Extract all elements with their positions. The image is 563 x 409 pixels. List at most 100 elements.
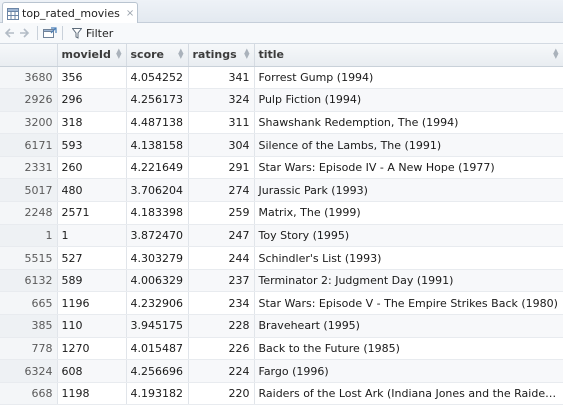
table-row[interactable]: 5017 480 3.706204 274 Jurassic Park (1993) xyxy=(0,178,563,203)
cell-title: Shawshank Redemption, The (1994) xyxy=(254,111,563,135)
header-row: movieId ▲ ▼ score ▲ ▼ ratings ▲ ▼ title ▲ ▼ xyxy=(0,44,563,67)
table-row[interactable]: 665 1196 4.232906 234 Star Wars: Episode V -… xyxy=(0,291,563,316)
cell-ratings: 237 xyxy=(188,269,255,293)
data-grid: movieId ▲ ▼ score ▲ ▼ ratings ▲ ▼ title ▲ ▼ 3680… xyxy=(0,44,563,409)
sort-icon[interactable]: ▲ ▼ xyxy=(116,48,121,60)
toolbar-divider xyxy=(62,26,63,40)
cell-movieid: 608 xyxy=(57,359,127,383)
row-number: 778 xyxy=(0,337,58,361)
row-number: 2248 xyxy=(0,201,58,225)
cell-score: 4.303279 xyxy=(126,246,189,270)
cell-ratings: 291 xyxy=(188,156,255,180)
table-row[interactable]: 2331 260 4.221649 291 Star Wars: Episode IV … xyxy=(0,156,563,180)
cell-ratings: 228 xyxy=(188,314,255,338)
cell-title: Schindler's List (1993) xyxy=(254,246,563,270)
table-row[interactable]: 6324 608 4.256696 224 Fargo (1996) xyxy=(0,359,563,383)
cell-score: 4.256696 xyxy=(126,359,189,383)
table-row[interactable]: 5515 527 4.303279 244 Schindler's List (1993… xyxy=(0,246,563,270)
table-row[interactable]: 385 110 3.945175 228 Braveheart (1995) xyxy=(0,314,563,338)
cell-movieid: 1198 xyxy=(57,382,127,406)
cell-movieid: 1196 xyxy=(57,291,127,316)
cell-movieid: 593 xyxy=(57,133,127,157)
cell-score: 4.256173 xyxy=(126,88,189,112)
sort-icon[interactable]: ▲ ▼ xyxy=(178,48,183,60)
cell-movieid: 1270 xyxy=(57,337,127,361)
row-number: 3200 xyxy=(0,111,58,135)
table-row[interactable]: 3200 318 4.487138 311 Shawshank Redemption, … xyxy=(0,111,563,135)
toolbar: Filter xyxy=(0,23,563,44)
cell-title: Fargo (1996) xyxy=(254,359,563,383)
table-row[interactable]: 668 1198 4.193182 220 Raiders of the Lost Ar… xyxy=(0,382,563,406)
cell-movieid: 260 xyxy=(57,156,127,180)
table-row[interactable]: 6132 589 4.006329 237 Terminator 2: Judgment… xyxy=(0,269,563,293)
popout-window-icon[interactable] xyxy=(43,24,57,42)
column-header-rownames[interactable] xyxy=(0,44,58,67)
cell-ratings: 220 xyxy=(188,382,255,406)
cell-title: Braveheart (1995) xyxy=(254,314,563,338)
tab-label: top_rated_movies xyxy=(22,7,120,20)
cell-title: Star Wars: Episode IV - A New Hope (1977… xyxy=(254,156,563,180)
cell-title: Silence of the Lambs, The (1991) xyxy=(254,133,563,157)
cell-score: 3.945175 xyxy=(126,314,189,338)
cell-ratings: 311 xyxy=(188,111,255,135)
cell-title: Terminator 2: Judgment Day (1991) xyxy=(254,269,563,293)
cell-movieid: 480 xyxy=(57,178,127,203)
table-icon xyxy=(7,7,19,20)
table-row[interactable]: 3680 356 4.054252 341 Forrest Gump (1994) xyxy=(0,66,563,90)
cell-ratings: 304 xyxy=(188,133,255,157)
sort-icon[interactable]: ▲ ▼ xyxy=(244,48,249,60)
column-header-title[interactable]: title ▲ ▼ xyxy=(254,44,563,67)
filter-button[interactable]: Filter xyxy=(68,24,117,42)
cell-ratings: 226 xyxy=(188,337,255,361)
cell-title: Pulp Fiction (1994) xyxy=(254,88,563,112)
cell-title: Matrix, The (1999) xyxy=(254,201,563,225)
table-row[interactable]: 2926 296 4.256173 324 Pulp Fiction (1994) xyxy=(0,88,563,112)
cell-score: 4.183398 xyxy=(126,201,189,225)
cell-movieid: 110 xyxy=(57,314,127,338)
cell-score: 4.193182 xyxy=(126,382,189,406)
table-row[interactable]: 1 1 3.872470 247 Toy Story (1995) xyxy=(0,224,563,248)
cell-score: 4.221649 xyxy=(126,156,189,180)
column-header-score[interactable]: score ▲ ▼ xyxy=(126,44,189,67)
row-number: 6132 xyxy=(0,269,58,293)
cell-title: Star Wars: Episode V - The Empire Strike… xyxy=(254,291,563,316)
cell-movieid: 527 xyxy=(57,246,127,270)
forward-arrow-icon[interactable] xyxy=(18,24,32,42)
column-header-ratings[interactable]: ratings ▲ ▼ xyxy=(188,44,255,67)
cell-ratings: 234 xyxy=(188,291,255,316)
column-header-movieid[interactable]: movieId ▲ ▼ xyxy=(57,44,127,67)
cell-title: Forrest Gump (1994) xyxy=(254,66,563,90)
cell-movieid: 296 xyxy=(57,88,127,112)
row-number: 6171 xyxy=(0,133,58,157)
cell-ratings: 224 xyxy=(188,359,255,383)
filter-label: Filter xyxy=(86,26,114,40)
row-number: 5017 xyxy=(0,178,58,203)
close-icon[interactable]: × xyxy=(126,8,134,19)
cell-score: 4.015487 xyxy=(126,337,189,361)
table-row[interactable]: 2248 2571 4.183398 259 Matrix, The (1999) xyxy=(0,201,563,225)
cell-ratings: 259 xyxy=(188,201,255,225)
row-number: 3680 xyxy=(0,66,58,90)
cell-score: 4.232906 xyxy=(126,291,189,316)
back-arrow-icon[interactable] xyxy=(2,24,16,42)
sort-icon[interactable]: ▲ ▼ xyxy=(553,48,558,60)
table-row[interactable]: 778 1270 4.015487 226 Back to the Future (19… xyxy=(0,337,563,361)
cell-movieid: 1 xyxy=(57,224,127,248)
cell-ratings: 341 xyxy=(188,66,255,90)
row-number: 668 xyxy=(0,382,58,406)
row-number: 6324 xyxy=(0,359,58,383)
cell-title: Raiders of the Lost Ark (Indiana Jones a… xyxy=(254,382,563,406)
cell-movieid: 2571 xyxy=(57,201,127,225)
row-number: 385 xyxy=(0,314,58,338)
tab-bar: top_rated_movies × xyxy=(0,0,563,24)
cell-title: Back to the Future (1985) xyxy=(254,337,563,361)
table-body: 3680 356 4.054252 341 Forrest Gump (1994) 292… xyxy=(0,66,563,406)
cell-ratings: 244 xyxy=(188,246,255,270)
cell-score: 4.487138 xyxy=(126,111,189,135)
table-row[interactable]: 6171 593 4.138158 304 Silence of the Lambs, … xyxy=(0,133,563,157)
filter-funnel-icon xyxy=(72,27,82,39)
cell-title: Jurassic Park (1993) xyxy=(254,178,563,203)
cell-score: 4.006329 xyxy=(126,269,189,293)
cell-score: 3.872470 xyxy=(126,224,189,248)
tab-top-rated-movies[interactable]: top_rated_movies × xyxy=(2,2,138,24)
